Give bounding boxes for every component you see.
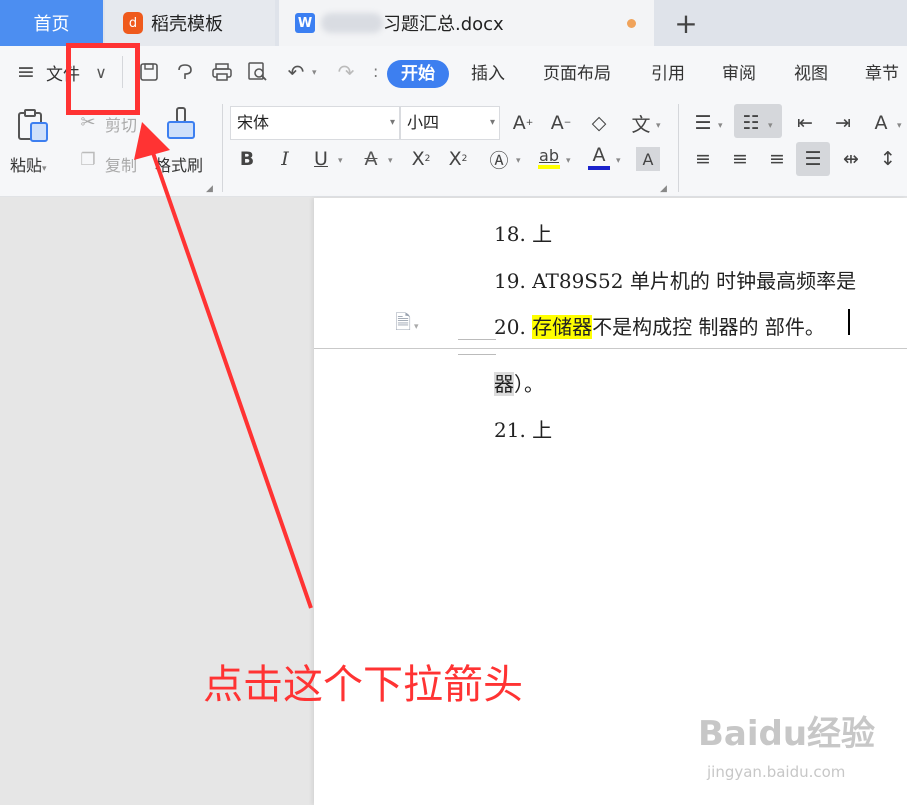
- increase-font-size-icon[interactable]: A +: [510, 108, 536, 138]
- font-launcher-icon[interactable]: ◢: [660, 184, 667, 194]
- chinese-layout-icon[interactable]: A: [868, 108, 894, 138]
- new-tab-button[interactable]: +: [666, 0, 706, 46]
- doc-line-20: 20. 存储器不是构成控 制器的 部件。: [494, 315, 825, 339]
- annotation-highlight-box: [66, 43, 140, 115]
- watermark-url: jingyan.baidu.com: [707, 763, 846, 781]
- hamburger-menu-icon[interactable]: ≡: [14, 60, 38, 85]
- paste-button[interactable]: 粘贴▾: [10, 152, 47, 176]
- paste-label: 粘贴: [10, 156, 43, 175]
- font-name-value: 宋体: [237, 113, 270, 132]
- daoke-logo-icon: d: [123, 12, 143, 34]
- bullet-list-icon[interactable]: ☰: [690, 108, 716, 138]
- tab-daoke-templates[interactable]: d 稻壳模板: [105, 0, 275, 46]
- undo-dropdown-icon[interactable]: ▾: [312, 68, 317, 78]
- font-size-value: 小四: [407, 113, 440, 132]
- print-icon[interactable]: [209, 59, 235, 85]
- subscript-icon[interactable]: X2: [445, 144, 471, 174]
- char-shading-icon[interactable]: A: [636, 147, 660, 171]
- highlight-color-icon[interactable]: ab: [536, 142, 562, 172]
- chevron-down-icon: ▾: [389, 117, 395, 128]
- ribbon-tab-references[interactable]: 引用: [651, 60, 685, 88]
- text-effect-dropdown-icon[interactable]: ▾: [516, 156, 521, 166]
- print-preview-icon[interactable]: [245, 59, 271, 85]
- baidu-watermark: Baidu经验: [698, 714, 876, 754]
- numbered-list-dropdown-icon[interactable]: ▾: [768, 121, 773, 131]
- highlighted-text: 存储器: [532, 315, 593, 339]
- ribbon-tab-view[interactable]: 视图: [794, 60, 828, 88]
- distributed-align-icon[interactable]: ⇹: [838, 144, 864, 174]
- format-painter-icon[interactable]: [162, 104, 200, 144]
- phonetic-guide-icon[interactable]: 文: [628, 108, 654, 138]
- clipboard-launcher-icon[interactable]: ◢: [206, 184, 213, 194]
- clear-formatting-icon[interactable]: ◇: [586, 108, 612, 138]
- ribbon-tab-section[interactable]: 章节: [865, 60, 899, 88]
- tab-home[interactable]: 首页: [0, 0, 103, 46]
- paragraph-layout-icon[interactable]: 🗎 ▾: [395, 308, 418, 342]
- blurred-filename: [321, 13, 383, 33]
- ribbon-tab-start[interactable]: 开始: [387, 60, 449, 88]
- decrease-indent-icon[interactable]: ⇤: [792, 108, 818, 138]
- undo-icon[interactable]: ↶: [283, 59, 309, 85]
- text-cursor: [848, 309, 850, 335]
- decrease-font-size-icon[interactable]: A −: [548, 108, 574, 138]
- grey-shaded-text: 器: [494, 372, 514, 396]
- font-name-select[interactable]: 宋体 ▾: [230, 106, 400, 140]
- tab-daoke-label: 稻壳模板: [151, 14, 223, 35]
- more-icon[interactable]: :: [373, 62, 378, 81]
- strikethrough-dropdown-icon[interactable]: ▾: [388, 156, 393, 166]
- tab-document[interactable]: W 习题汇总.docx: [279, 0, 654, 46]
- annotation-instruction: 点击这个下拉箭头: [203, 662, 523, 708]
- paste-icon[interactable]: [14, 106, 52, 146]
- format-painter-button[interactable]: 格式刷: [155, 152, 203, 176]
- text-effect-icon[interactable]: Ⓐ: [486, 144, 512, 174]
- redo-icon[interactable]: ↷: [333, 59, 359, 85]
- align-left-icon[interactable]: ≡: [690, 144, 716, 174]
- doc-line-21: 21. 上: [494, 418, 553, 442]
- page-break-line: [314, 348, 907, 349]
- line-spacing-icon[interactable]: ↕: [875, 144, 901, 174]
- bold-icon[interactable]: B: [234, 144, 260, 174]
- tab-bar: 首页 d 稻壳模板 W 习题汇总.docx +: [0, 0, 907, 46]
- cut-button[interactable]: 剪切: [105, 112, 137, 136]
- font-color-dropdown-icon[interactable]: ▾: [616, 156, 621, 166]
- doc-line-18: 18. 上: [494, 222, 553, 246]
- justify-icon[interactable]: ☰: [800, 144, 826, 174]
- align-center-icon[interactable]: ≡: [727, 144, 753, 174]
- increase-indent-icon[interactable]: ⇥: [830, 108, 856, 138]
- word-doc-icon: W: [295, 13, 315, 33]
- underline-icon[interactable]: U: [308, 144, 334, 174]
- ribbon-tab-page-layout[interactable]: 页面布局: [543, 60, 611, 88]
- font-size-select[interactable]: 小四 ▾: [400, 106, 500, 140]
- divider: [222, 104, 223, 192]
- chinese-layout-dropdown-icon[interactable]: ▾: [897, 121, 902, 131]
- superscript-icon[interactable]: X2: [408, 144, 434, 174]
- chevron-down-icon: ▾: [489, 117, 495, 128]
- doc-line-19: 19. AT89S52 单片机的 时钟最高频率是: [494, 269, 857, 293]
- output-pdf-icon[interactable]: [172, 59, 198, 85]
- doc-line-continuation: 器）。: [494, 372, 544, 396]
- italic-icon[interactable]: I: [272, 144, 298, 174]
- highlight-dropdown-icon[interactable]: ▾: [566, 156, 571, 166]
- copy-icon: ❐: [80, 150, 96, 170]
- phonetic-dropdown-icon[interactable]: ▾: [656, 121, 661, 131]
- divider: [678, 104, 679, 192]
- ribbon-tab-review[interactable]: 审阅: [722, 60, 756, 88]
- underline-dropdown-icon[interactable]: ▾: [338, 156, 343, 166]
- ribbon-tab-insert[interactable]: 插入: [471, 60, 505, 88]
- strikethrough-icon[interactable]: A: [358, 144, 384, 174]
- tab-document-label: 习题汇总.docx: [383, 14, 504, 35]
- page-break-marker: [458, 339, 496, 355]
- align-right-icon[interactable]: ≡: [764, 144, 790, 174]
- numbered-list-icon[interactable]: ☷: [738, 108, 764, 138]
- bullet-list-dropdown-icon[interactable]: ▾: [718, 121, 723, 131]
- font-color-icon[interactable]: A: [586, 142, 612, 172]
- unsaved-indicator-icon: [627, 19, 636, 28]
- copy-button[interactable]: 复制: [105, 152, 137, 176]
